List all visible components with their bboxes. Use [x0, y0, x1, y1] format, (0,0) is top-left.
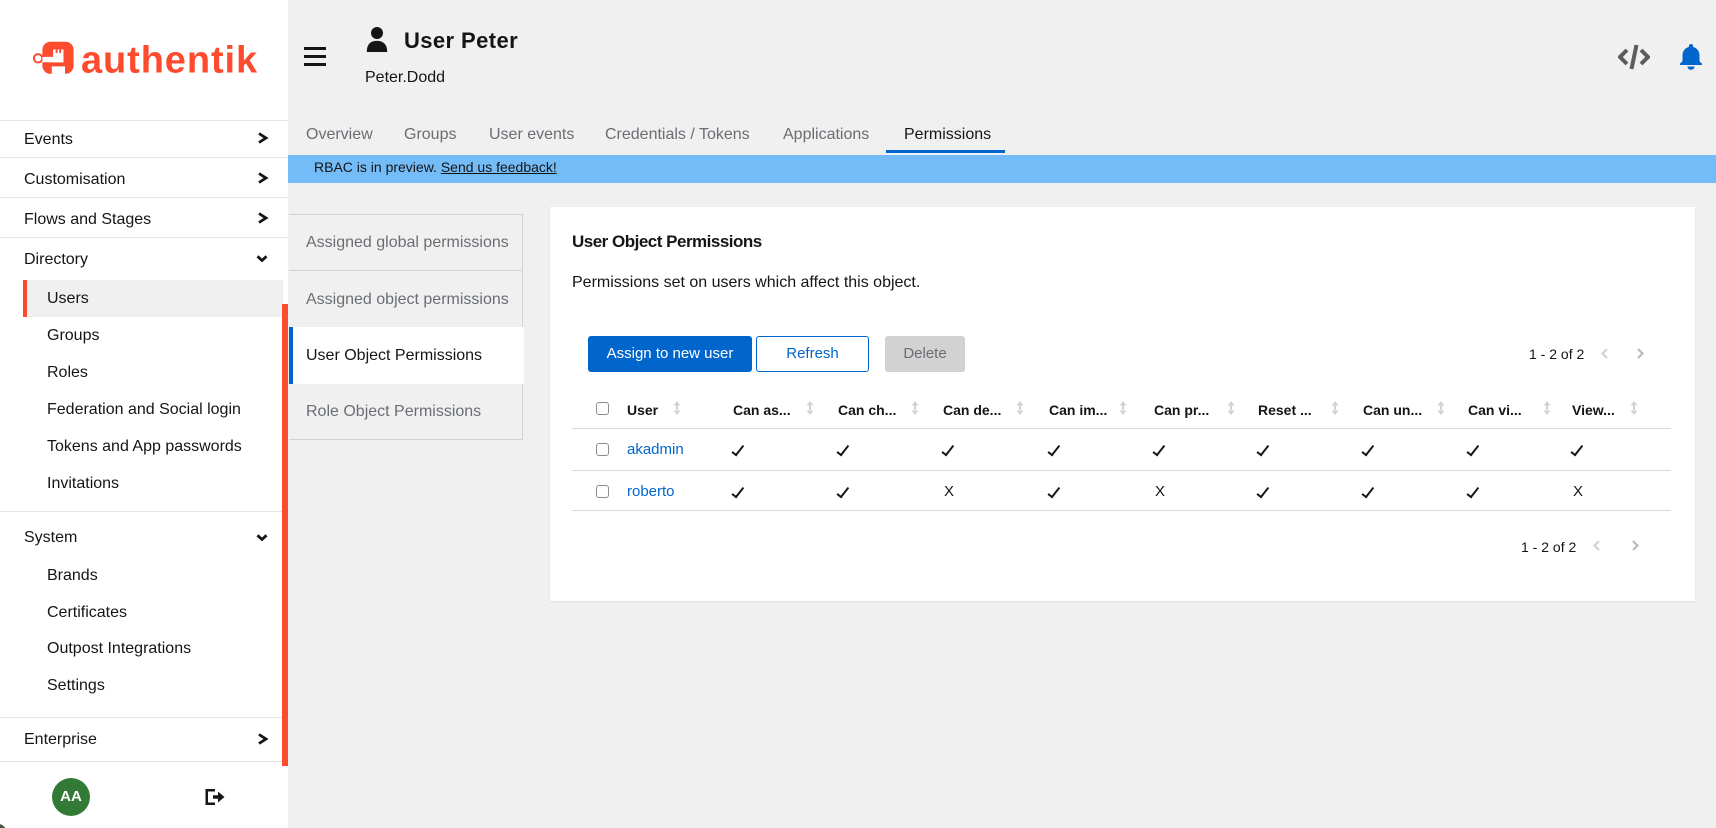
svg-text:authentik: authentik — [81, 39, 258, 79]
